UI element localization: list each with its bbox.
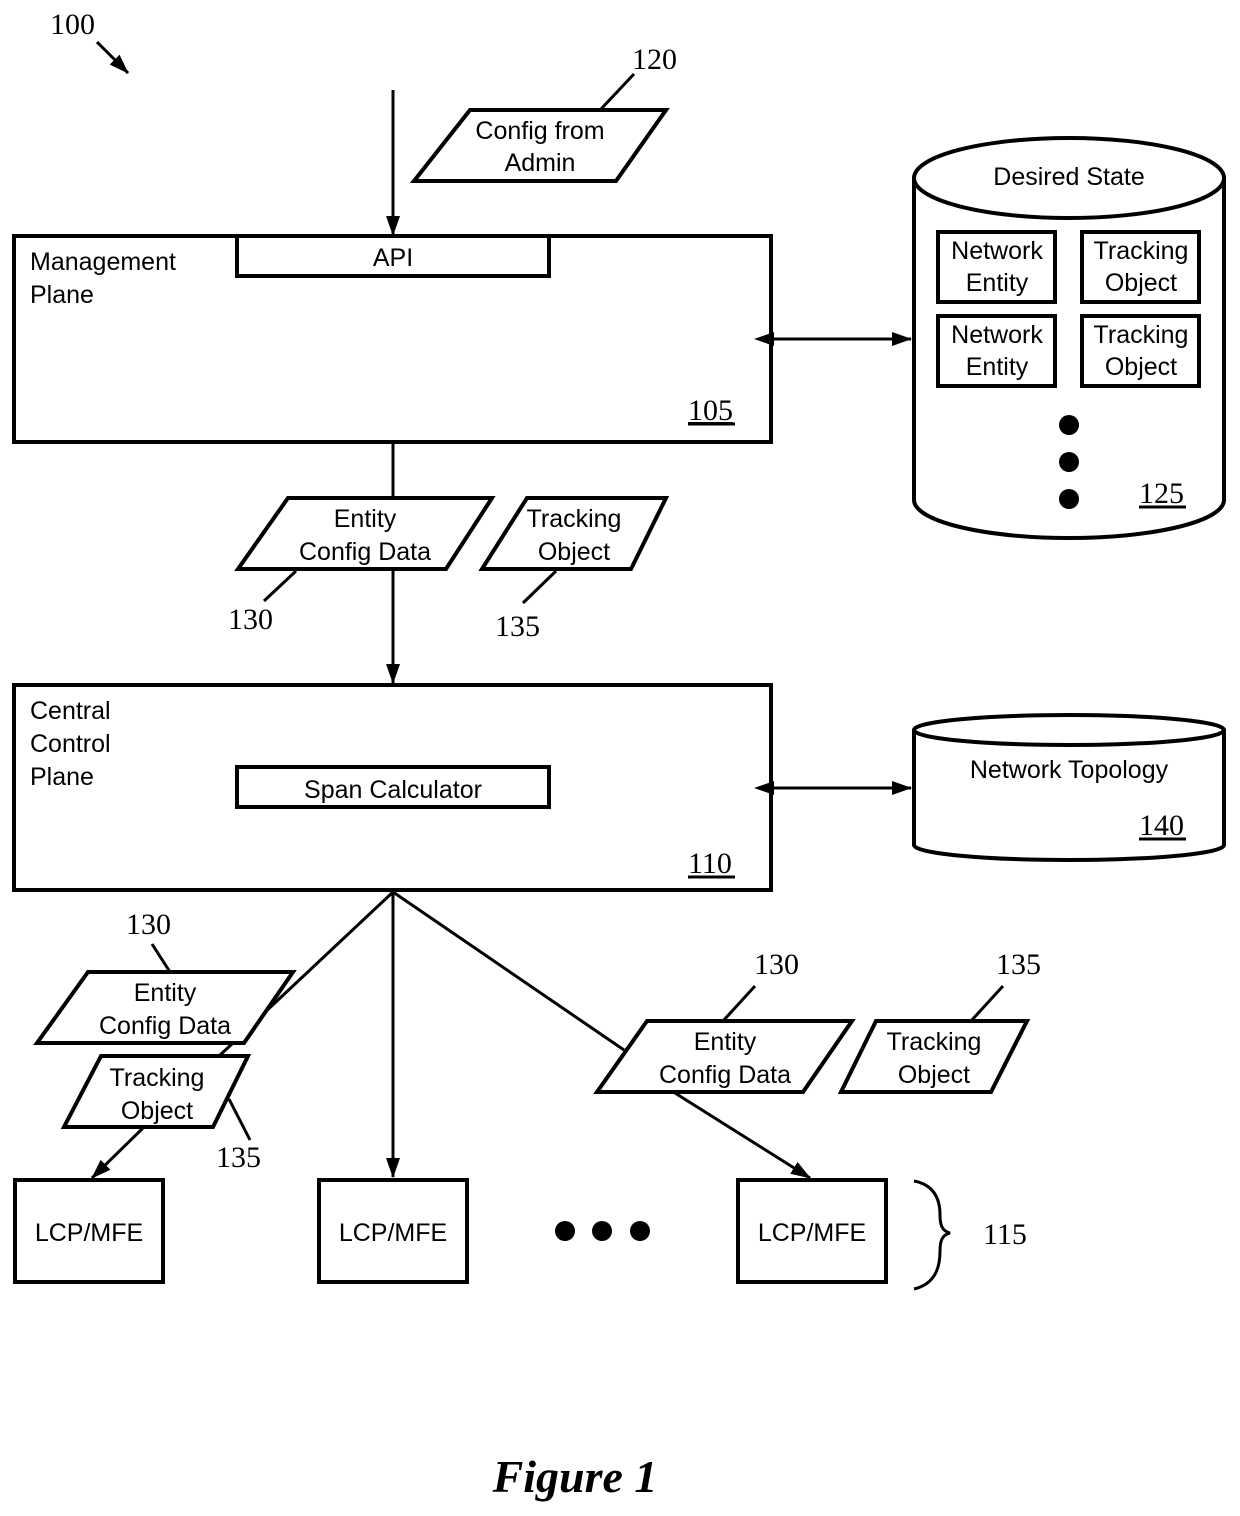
entry-3-line1: Tracking [1094,321,1189,349]
right-to-lcp-arrow [674,1091,811,1180]
fanout-right-line [392,890,625,1052]
tracking-object-right-line2: Object [898,1061,970,1089]
tracking-object-line1: Tracking [527,505,622,533]
config-from-admin-line2: Admin [505,149,576,177]
api-label: API [373,244,413,272]
ellipsis-dot [1059,415,1079,435]
entity-config-left-ref: 130 [126,908,171,941]
network-topology-ref: 140 [1139,809,1184,842]
entity-config-right-ref-leader [721,984,757,1023]
ellipsis-dot [630,1221,650,1241]
management-plane-line2: Plane [30,281,94,309]
entry-0-line2: Entity [966,269,1029,297]
tracking-object-ref-leader [521,569,558,605]
span-calculator-label: Span Calculator [304,776,482,804]
figure-ref-arrow [95,40,130,75]
ccp-line1: Central [30,697,111,725]
entry-2-line2: Entity [966,353,1029,381]
desired-state-ref: 125 [1139,477,1184,510]
entity-config-left-ref-leader [150,943,172,973]
entry-1-line2: Object [1105,269,1177,297]
network-topology-cylinder-top [912,713,1226,747]
tracking-object-right-ref-leader [969,984,1005,1023]
config-from-admin-line1: Config from [475,117,604,145]
tracking-object-line2: Object [538,538,610,566]
ellipsis-dot [592,1221,612,1241]
left-to-lcp-arrow [90,1126,145,1180]
figure-caption: Figure 1 [492,1451,658,1502]
ellipsis-dot [1059,452,1079,472]
entity-config-right-line1: Entity [694,1028,757,1056]
diagram-canvas: 100 Config from Admin 120 Management Pla… [12,8,1226,1502]
left-connector [218,1042,234,1057]
entity-config-line2: Config Data [299,538,431,566]
entry-1-line1: Tracking [1094,237,1189,265]
lcp-mfe-label: LCP/MFE [339,1219,447,1247]
lcp-mfe-label: LCP/MFE [758,1219,866,1247]
management-plane-line1: Management [30,248,176,276]
management-plane-ref: 105 [688,394,733,427]
entry-2-line1: Network [951,321,1043,349]
entity-config-ref-leader [262,569,298,603]
ccp-line2: Control [30,730,111,758]
lcp-group-brace [913,1179,951,1291]
entity-config-right-line2: Config Data [659,1061,791,1089]
ccp-line3: Plane [30,763,94,791]
lcp-group-ref: 115 [983,1218,1027,1251]
tracking-object-left-line2: Object [121,1097,193,1125]
desired-state-title: Desired State [993,163,1144,191]
entity-config-left-line1: Entity [134,979,197,1007]
tracking-object-left-ref-leader [227,1098,252,1141]
tracking-object-right-line1: Tracking [887,1028,982,1056]
network-topology-title: Network Topology [970,756,1169,784]
lcp-mfe-label: LCP/MFE [35,1219,143,1247]
entity-config-ref: 130 [228,603,273,636]
tracking-object-ref: 135 [495,610,540,643]
config-ref: 120 [632,43,677,76]
tracking-object-left-ref: 135 [216,1141,261,1174]
fanout-left-line [260,890,395,1017]
tracking-object-right-ref: 135 [996,948,1041,981]
tracking-object-left-line1: Tracking [110,1064,205,1092]
ellipsis-dot [555,1221,575,1241]
entry-0-line1: Network [951,237,1043,265]
figure-ref: 100 [50,8,95,41]
entity-config-line1: Entity [334,505,397,533]
entity-config-right-ref: 130 [754,948,799,981]
entity-config-left-line2: Config Data [99,1012,231,1040]
config-ref-leader [599,72,636,111]
ccp-ref: 110 [688,847,732,880]
ellipsis-dot [1059,489,1079,509]
entry-3-line2: Object [1105,353,1177,381]
